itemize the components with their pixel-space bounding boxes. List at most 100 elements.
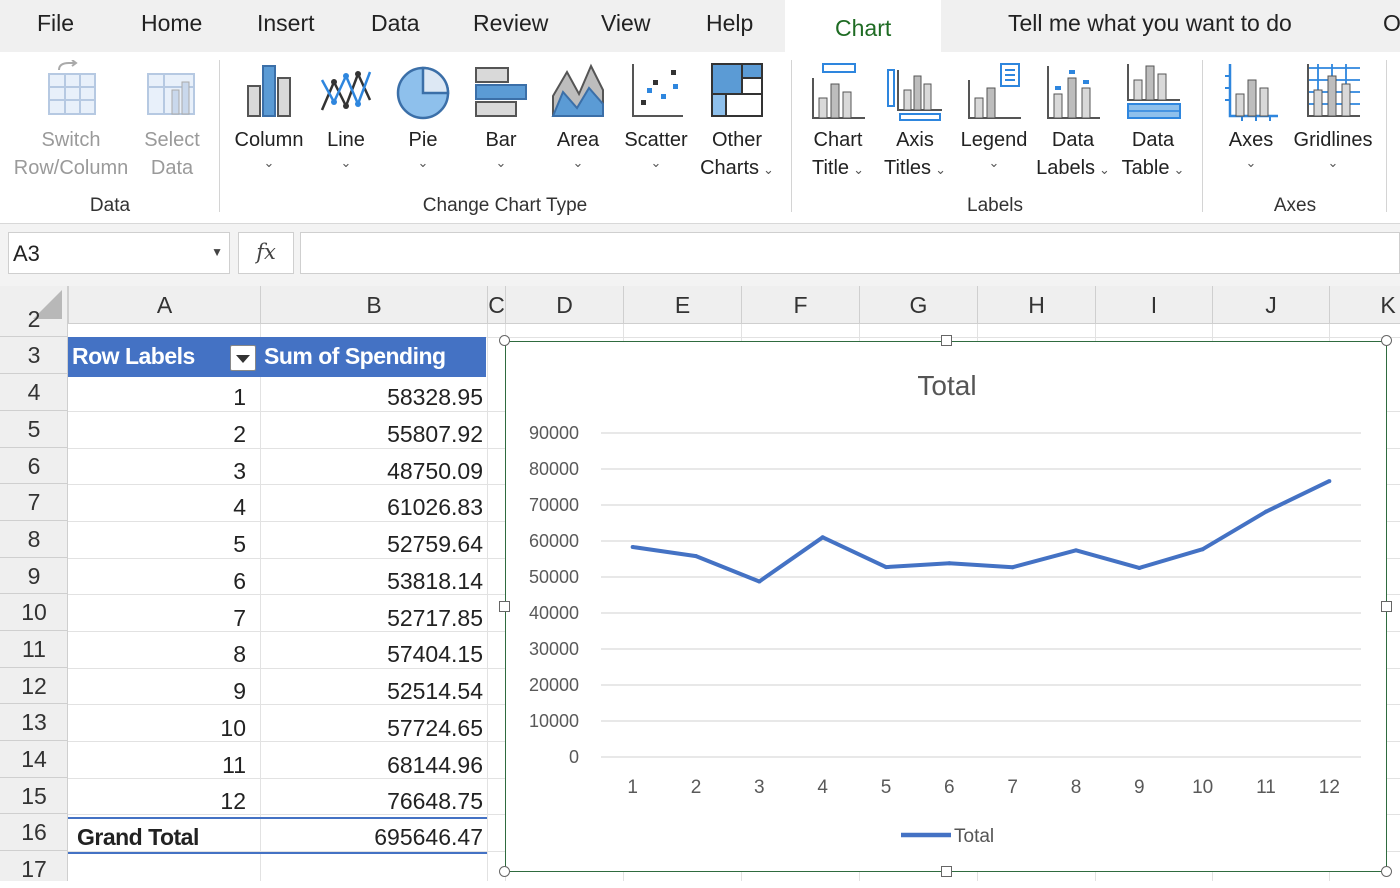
row-header[interactable]: 9 [0,558,68,594]
chevron-down-icon[interactable]: ⌄ [232,156,306,170]
chevron-down-icon[interactable]: ⌄ [1099,162,1110,177]
column-header-g[interactable]: G [859,286,977,324]
data-point[interactable] [947,561,952,566]
chevron-down-icon[interactable]: ⌄ [316,156,376,170]
other-charts-button[interactable]: Other Charts ⌄ [694,60,780,184]
area-chart-button[interactable]: Area ⌄ [546,60,610,170]
chevron-down-icon[interactable]: ⌄ [393,156,453,170]
chevron-down-icon[interactable]: ⌄ [620,156,692,170]
data-point[interactable] [630,545,635,550]
gridlines-button[interactable]: Gridlines ⌄ [1288,60,1378,170]
pivot-row-label[interactable]: 9 [68,673,246,709]
axis-titles-button[interactable]: Axis Titles ⌄ [878,60,952,184]
row-header[interactable]: 11 [0,631,68,668]
data-point[interactable] [884,565,888,570]
series-line[interactable] [632,479,1331,584]
data-point[interactable] [757,579,762,584]
filter-dropdown-button[interactable] [230,345,256,371]
row-header[interactable]: 2 [0,302,68,337]
bar-chart-button[interactable]: Bar ⌄ [470,60,532,170]
data-point[interactable] [1074,548,1078,553]
data-point[interactable] [1264,509,1268,514]
line-chart-button[interactable]: Line ⌄ [316,60,376,170]
data-point[interactable] [820,535,825,540]
tab-view[interactable]: View [601,10,650,37]
insert-function-button[interactable]: fx [238,232,294,274]
legend-button[interactable]: Legend ⌄ [958,60,1030,170]
row-header[interactable]: 3 [0,337,68,374]
data-point[interactable] [1137,565,1142,570]
column-header-f[interactable]: F [741,286,859,324]
chevron-down-icon[interactable]: ⌄ [470,156,532,170]
grand-total-label[interactable]: Grand Total [77,819,199,855]
column-header-b[interactable]: B [260,286,487,324]
pivot-row-value[interactable]: 57724.65 [260,710,483,746]
pivot-row-value[interactable]: 76648.75 [260,783,483,819]
column-header-d[interactable]: D [505,286,623,324]
data-point[interactable] [1327,479,1332,484]
row-header[interactable]: 14 [0,741,68,778]
pivot-row-label[interactable]: 10 [68,710,246,746]
row-header[interactable]: 8 [0,521,68,558]
resize-handle[interactable] [1381,866,1392,877]
chart-title[interactable]: Total [917,370,976,401]
pivot-row-label[interactable]: 7 [68,600,246,636]
column-header-h[interactable]: H [977,286,1095,324]
column-chart-button[interactable]: Column ⌄ [232,60,306,170]
pivot-row-label[interactable]: 2 [68,416,246,452]
tab-data[interactable]: Data [371,10,420,37]
column-header-j[interactable]: J [1212,286,1329,324]
tab-file[interactable]: File [37,10,74,37]
pivot-row-label[interactable]: 12 [68,783,246,819]
pivot-row-value[interactable]: 52759.64 [260,526,483,562]
pivot-row-label[interactable]: 8 [68,636,246,672]
pivot-row-value[interactable]: 61026.83 [260,489,483,525]
pivot-row-value[interactable]: 68144.96 [260,747,483,783]
resize-handle[interactable] [1381,601,1392,612]
tab-insert[interactable]: Insert [257,10,315,37]
pivot-row-label[interactable]: 11 [68,747,246,783]
chevron-down-icon[interactable]: ⌄ [546,156,610,170]
row-header[interactable]: 12 [0,668,68,704]
row-header[interactable]: 7 [0,484,68,521]
data-point[interactable] [1010,565,1015,570]
name-box[interactable]: A3 ▼ [8,232,230,274]
column-header-e[interactable]: E [623,286,741,324]
resize-handle[interactable] [499,866,510,877]
chevron-down-icon[interactable]: ⌄ [958,156,1030,170]
tab-chart[interactable]: Chart [785,0,942,52]
column-header-i[interactable]: I [1095,286,1212,324]
chevron-down-icon[interactable]: ⌄ [935,162,946,177]
pivot-row-value[interactable]: 58328.95 [260,379,483,415]
pivot-row-value[interactable]: 55807.92 [260,416,483,452]
tab-review[interactable]: Review [473,10,548,37]
row-header[interactable]: 6 [0,448,68,484]
pivot-row-label[interactable]: 1 [68,379,246,415]
data-table-button[interactable]: Data Table ⌄ [1116,60,1190,184]
resize-handle[interactable] [499,601,510,612]
chart-title-button[interactable]: Chart Title ⌄ [802,60,874,184]
chevron-down-icon[interactable]: ⌄ [1173,162,1184,177]
pivot-row-value[interactable]: 52514.54 [260,673,483,709]
tab-overflow[interactable]: O [1383,10,1400,37]
column-header-a[interactable]: A [68,286,260,324]
switch-row-column-button[interactable]: Switch Row/Column [10,60,132,182]
chevron-down-icon[interactable]: ⌄ [1288,156,1378,170]
pivot-row-value[interactable]: 57404.15 [260,636,483,672]
select-data-button[interactable]: Select Data [138,60,206,182]
resize-handle[interactable] [499,335,510,346]
data-point[interactable] [694,554,698,559]
pivot-row-value[interactable]: 53818.14 [260,563,483,599]
row-header[interactable]: 5 [0,411,68,448]
formula-input[interactable] [300,232,1400,274]
pivot-row-label[interactable]: 6 [68,563,246,599]
pivot-row-label[interactable]: 4 [68,489,246,525]
grand-total-value[interactable]: 695646.47 [260,819,483,855]
tab-help[interactable]: Help [706,10,753,37]
pivot-row-label[interactable]: 3 [68,453,246,489]
resize-handle[interactable] [941,335,952,346]
line-chart-object[interactable]: Total 0 10000 20000 30000 40000 50000 60000 700… [505,341,1387,872]
scatter-chart-button[interactable]: Scatter ⌄ [620,60,692,170]
row-header[interactable]: 16 [0,814,68,851]
chart-legend[interactable]: Total [901,826,994,847]
